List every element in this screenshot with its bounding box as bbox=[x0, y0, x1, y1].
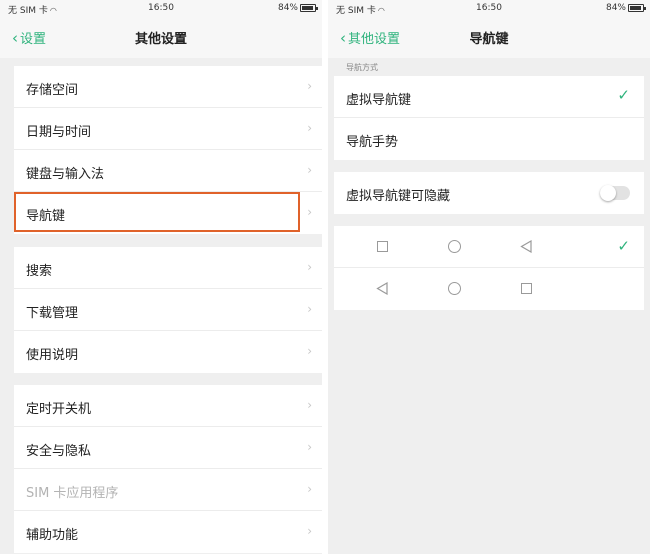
settings-group-2: 搜索 › 下载管理 › 使用说明 › bbox=[14, 247, 322, 373]
key-layout-option-2[interactable] bbox=[334, 268, 644, 310]
chevron-right-icon: › bbox=[307, 163, 312, 177]
settings-item-security-privacy[interactable]: 安全与隐私 › bbox=[14, 427, 322, 469]
clock: 16:50 bbox=[148, 3, 174, 13]
settings-item-storage[interactable]: 存储空间 › bbox=[14, 66, 322, 108]
settings-item-label: 键盘与输入法 bbox=[26, 167, 105, 182]
hideable-toggle-switch[interactable] bbox=[600, 185, 630, 201]
nav-bar: ‹ 其他设置 导航键 bbox=[328, 16, 650, 58]
square-icon bbox=[377, 241, 388, 252]
battery-percent: 84% bbox=[605, 3, 626, 13]
chevron-right-icon: › bbox=[307, 79, 312, 93]
chevron-right-icon: › bbox=[307, 205, 312, 219]
section-caption: 导航方式 bbox=[346, 63, 378, 72]
toggle-label: 虚拟导航键可隐藏 bbox=[346, 189, 451, 204]
triangle-left-icon bbox=[520, 240, 532, 253]
other-settings-screen: 无 SIM 卡 ◠ 16:50 84% ‹ 设置 其他设置 存储空间 › 日期与时间 ›… bbox=[0, 0, 322, 554]
navigation-keys-screen: 无 SIM 卡 ◠ 16:50 84% ‹ 其他设置 导航键 导航方式 虚拟导航键 ✓… bbox=[328, 0, 650, 554]
settings-item-label: 下载管理 bbox=[26, 306, 79, 321]
settings-item-label: 日期与时间 bbox=[26, 125, 92, 140]
settings-item-label: 存储空间 bbox=[26, 83, 79, 98]
chevron-right-icon: › bbox=[307, 260, 312, 274]
settings-item-label: 辅助功能 bbox=[26, 528, 79, 543]
hide-toggle-group: 虚拟导航键可隐藏 bbox=[334, 172, 644, 214]
key-layout-group: ✓ bbox=[334, 226, 644, 310]
settings-item-date-time[interactable]: 日期与时间 › bbox=[14, 108, 322, 150]
battery-percent: 84% bbox=[277, 3, 298, 13]
settings-item-label: 安全与隐私 bbox=[26, 444, 92, 459]
navigation-mode-group: 虚拟导航键 ✓ 导航手势 bbox=[334, 76, 644, 160]
square-icon bbox=[521, 283, 532, 294]
chevron-right-icon: › bbox=[307, 344, 312, 358]
chevron-right-icon: › bbox=[307, 524, 312, 538]
status-bar: 无 SIM 卡 ◠ 16:50 84% bbox=[0, 0, 322, 16]
battery-icon bbox=[300, 4, 318, 12]
circle-icon bbox=[448, 240, 461, 253]
highlight-frame bbox=[14, 192, 300, 232]
option-label: 虚拟导航键 bbox=[346, 93, 412, 108]
circle-icon bbox=[448, 282, 461, 295]
chevron-right-icon: › bbox=[307, 440, 312, 454]
page-title: 其他设置 bbox=[134, 32, 187, 47]
chevron-right-icon: › bbox=[307, 482, 312, 496]
chevron-right-icon: › bbox=[307, 302, 312, 316]
toggle-row-hideable: 虚拟导航键可隐藏 bbox=[334, 172, 644, 214]
settings-item-label: 使用说明 bbox=[26, 348, 79, 363]
settings-item-label: 搜索 bbox=[26, 264, 53, 279]
option-label: 导航手势 bbox=[346, 135, 399, 150]
settings-item-sim-apps: SIM 卡应用程序 › bbox=[14, 469, 322, 511]
key-layout-option-1[interactable]: ✓ bbox=[334, 226, 644, 268]
settings-item-accessibility[interactable]: 辅助功能 › bbox=[14, 511, 322, 553]
settings-item-scheduled-power[interactable]: 定时开关机 › bbox=[14, 385, 322, 427]
clock: 16:50 bbox=[476, 3, 502, 13]
chevron-right-icon: › bbox=[307, 121, 312, 135]
settings-group-3: 定时开关机 › 安全与隐私 › SIM 卡应用程序 › 辅助功能 › bbox=[14, 385, 322, 553]
battery-icon bbox=[628, 4, 646, 12]
status-bar: 无 SIM 卡 ◠ 16:50 84% bbox=[328, 0, 650, 16]
settings-item-label: 定时开关机 bbox=[26, 402, 92, 417]
option-virtual-nav-keys[interactable]: 虚拟导航键 ✓ bbox=[334, 76, 644, 118]
chevron-right-icon: › bbox=[307, 398, 312, 412]
checkmark-icon: ✓ bbox=[617, 86, 630, 104]
settings-item-label: SIM 卡应用程序 bbox=[26, 486, 119, 501]
settings-item-keyboard[interactable]: 键盘与输入法 › bbox=[14, 150, 322, 192]
checkmark-icon: ✓ bbox=[617, 237, 630, 255]
toggle-knob bbox=[600, 185, 616, 201]
page-title: 导航键 bbox=[469, 32, 509, 47]
option-nav-gestures[interactable]: 导航手势 bbox=[334, 118, 644, 160]
settings-item-manual[interactable]: 使用说明 › bbox=[14, 331, 322, 373]
nav-bar: ‹ 设置 其他设置 bbox=[0, 16, 322, 58]
settings-item-search[interactable]: 搜索 › bbox=[14, 247, 322, 289]
settings-item-downloads[interactable]: 下载管理 › bbox=[14, 289, 322, 331]
triangle-left-icon bbox=[376, 282, 388, 295]
